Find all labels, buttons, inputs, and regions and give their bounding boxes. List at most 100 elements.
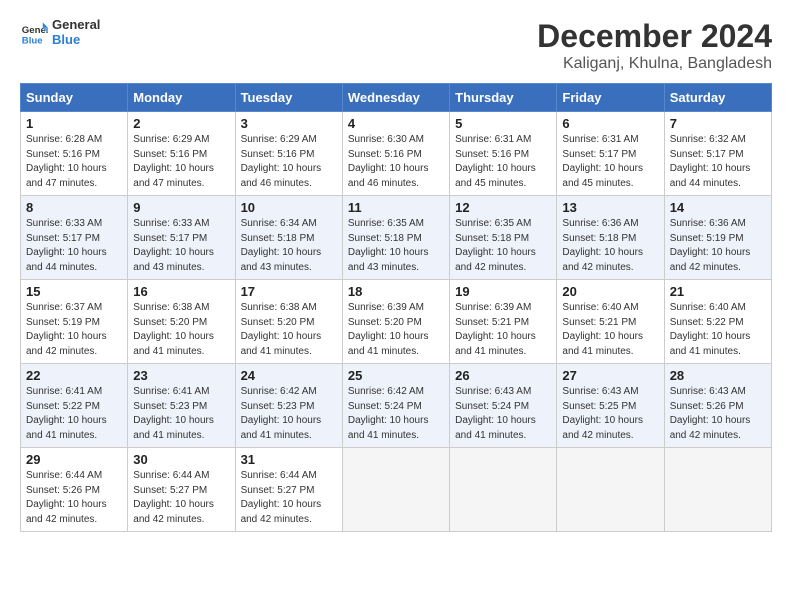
calendar-header-cell: Saturday — [664, 84, 771, 112]
calendar-day-cell — [450, 448, 557, 532]
day-number: 1 — [26, 116, 122, 131]
calendar-header-cell: Tuesday — [235, 84, 342, 112]
day-detail: Sunrise: 6:40 AM Sunset: 5:22 PM Dayligh… — [670, 301, 766, 359]
day-number: 14 — [670, 200, 766, 215]
day-detail: Sunrise: 6:41 AM Sunset: 5:22 PM Dayligh… — [26, 385, 122, 443]
day-detail: Sunrise: 6:41 AM Sunset: 5:23 PM Dayligh… — [133, 385, 229, 443]
calendar-week-row: 22 Sunrise: 6:41 AM Sunset: 5:22 PM Dayli… — [21, 364, 772, 448]
day-detail: Sunrise: 6:28 AM Sunset: 5:16 PM Dayligh… — [26, 133, 122, 191]
day-detail: Sunrise: 6:32 AM Sunset: 5:17 PM Dayligh… — [670, 133, 766, 191]
day-number: 9 — [133, 200, 229, 215]
calendar-day-cell: 2 Sunrise: 6:29 AM Sunset: 5:16 PM Daylig… — [128, 112, 235, 196]
calendar-day-cell: 22 Sunrise: 6:41 AM Sunset: 5:22 PM Dayli… — [21, 364, 128, 448]
day-number: 10 — [241, 200, 337, 215]
logo-line2: Blue — [52, 33, 100, 48]
day-number: 7 — [670, 116, 766, 131]
calendar-day-cell: 15 Sunrise: 6:37 AM Sunset: 5:19 PM Dayli… — [21, 280, 128, 364]
title-block: December 2024 Kaliganj, Khulna, Banglade… — [537, 18, 772, 73]
calendar-day-cell: 20Sunrise: 6:40 AM Sunset: 5:21 PM Dayli… — [557, 280, 664, 364]
day-detail: Sunrise: 6:37 AM Sunset: 5:19 PM Dayligh… — [26, 301, 122, 359]
day-number: 28 — [670, 368, 766, 383]
day-detail: Sunrise: 6:31 AM Sunset: 5:17 PM Dayligh… — [562, 133, 658, 191]
calendar-header-cell: Wednesday — [342, 84, 449, 112]
day-detail: Sunrise: 6:38 AM Sunset: 5:20 PM Dayligh… — [133, 301, 229, 359]
day-detail: Sunrise: 6:43 AM Sunset: 5:26 PM Dayligh… — [670, 385, 766, 443]
calendar-day-cell: 4 Sunrise: 6:30 AM Sunset: 5:16 PM Daylig… — [342, 112, 449, 196]
subtitle: Kaliganj, Khulna, Bangladesh — [537, 55, 772, 73]
calendar-day-cell: 9 Sunrise: 6:33 AM Sunset: 5:17 PM Daylig… — [128, 196, 235, 280]
day-number: 30 — [133, 452, 229, 467]
day-number: 26 — [455, 368, 551, 383]
svg-text:Blue: Blue — [22, 35, 43, 46]
calendar-day-cell: 8Sunrise: 6:33 AM Sunset: 5:17 PM Daylig… — [21, 196, 128, 280]
header: General Blue General Blue December 2024 … — [20, 18, 772, 73]
day-detail: Sunrise: 6:35 AM Sunset: 5:18 PM Dayligh… — [455, 217, 551, 275]
calendar-day-cell: 16 Sunrise: 6:38 AM Sunset: 5:20 PM Dayli… — [128, 280, 235, 364]
calendar-day-cell: 11 Sunrise: 6:35 AM Sunset: 5:18 PM Dayli… — [342, 196, 449, 280]
day-detail: Sunrise: 6:33 AM Sunset: 5:17 PM Dayligh… — [26, 217, 122, 275]
calendar-week-row: 15 Sunrise: 6:37 AM Sunset: 5:19 PM Dayli… — [21, 280, 772, 364]
calendar-day-cell: 28 Sunrise: 6:43 AM Sunset: 5:26 PM Dayli… — [664, 364, 771, 448]
calendar-day-cell: 23Sunrise: 6:41 AM Sunset: 5:23 PM Dayli… — [128, 364, 235, 448]
day-number: 27 — [562, 368, 658, 383]
day-detail: Sunrise: 6:42 AM Sunset: 5:23 PM Dayligh… — [241, 385, 337, 443]
day-number: 15 — [26, 284, 122, 299]
day-detail: Sunrise: 6:44 AM Sunset: 5:27 PM Dayligh… — [133, 469, 229, 527]
day-detail: Sunrise: 6:43 AM Sunset: 5:24 PM Dayligh… — [455, 385, 551, 443]
day-detail: Sunrise: 6:31 AM Sunset: 5:16 PM Dayligh… — [455, 133, 551, 191]
day-number: 6 — [562, 116, 658, 131]
calendar-day-cell: 27 Sunrise: 6:43 AM Sunset: 5:25 PM Dayli… — [557, 364, 664, 448]
day-number: 11 — [348, 200, 444, 215]
calendar-week-row: 8Sunrise: 6:33 AM Sunset: 5:17 PM Daylig… — [21, 196, 772, 280]
calendar-day-cell: 19Sunrise: 6:39 AM Sunset: 5:21 PM Dayli… — [450, 280, 557, 364]
calendar-day-cell: 29Sunrise: 6:44 AM Sunset: 5:26 PM Dayli… — [21, 448, 128, 532]
calendar-day-cell: 18 Sunrise: 6:39 AM Sunset: 5:20 PM Dayli… — [342, 280, 449, 364]
calendar-day-cell: 24 Sunrise: 6:42 AM Sunset: 5:23 PM Dayli… — [235, 364, 342, 448]
logo-line1: General — [52, 18, 100, 33]
day-number: 13 — [562, 200, 658, 215]
calendar-day-cell: 21 Sunrise: 6:40 AM Sunset: 5:22 PM Dayli… — [664, 280, 771, 364]
calendar-day-cell: 6 Sunrise: 6:31 AM Sunset: 5:17 PM Daylig… — [557, 112, 664, 196]
calendar-day-cell — [342, 448, 449, 532]
calendar-header-cell: Friday — [557, 84, 664, 112]
day-number: 21 — [670, 284, 766, 299]
calendar-body: 1 Sunrise: 6:28 AM Sunset: 5:16 PM Daylig… — [21, 112, 772, 532]
calendar-header-cell: Thursday — [450, 84, 557, 112]
day-detail: Sunrise: 6:34 AM Sunset: 5:18 PM Dayligh… — [241, 217, 337, 275]
day-number: 22 — [26, 368, 122, 383]
calendar-header-row: SundayMondayTuesdayWednesdayThursdayFrid… — [21, 84, 772, 112]
day-number: 18 — [348, 284, 444, 299]
calendar-day-cell: 31Sunrise: 6:44 AM Sunset: 5:27 PM Dayli… — [235, 448, 342, 532]
day-detail: Sunrise: 6:44 AM Sunset: 5:26 PM Dayligh… — [26, 469, 122, 527]
day-number: 5 — [455, 116, 551, 131]
day-detail: Sunrise: 6:29 AM Sunset: 5:16 PM Dayligh… — [133, 133, 229, 191]
day-detail: Sunrise: 6:42 AM Sunset: 5:24 PM Dayligh… — [348, 385, 444, 443]
calendar-day-cell: 14Sunrise: 6:36 AM Sunset: 5:19 PM Dayli… — [664, 196, 771, 280]
day-number: 16 — [133, 284, 229, 299]
day-detail: Sunrise: 6:44 AM Sunset: 5:27 PM Dayligh… — [241, 469, 337, 527]
calendar-header-cell: Monday — [128, 84, 235, 112]
calendar-day-cell — [664, 448, 771, 532]
calendar-day-cell: 30 Sunrise: 6:44 AM Sunset: 5:27 PM Dayli… — [128, 448, 235, 532]
day-detail: Sunrise: 6:40 AM Sunset: 5:21 PM Dayligh… — [562, 301, 658, 359]
day-detail: Sunrise: 6:36 AM Sunset: 5:18 PM Dayligh… — [562, 217, 658, 275]
day-detail: Sunrise: 6:43 AM Sunset: 5:25 PM Dayligh… — [562, 385, 658, 443]
day-number: 2 — [133, 116, 229, 131]
day-detail: Sunrise: 6:38 AM Sunset: 5:20 PM Dayligh… — [241, 301, 337, 359]
calendar-day-cell: 25Sunrise: 6:42 AM Sunset: 5:24 PM Dayli… — [342, 364, 449, 448]
calendar-day-cell: 17Sunrise: 6:38 AM Sunset: 5:20 PM Dayli… — [235, 280, 342, 364]
day-number: 4 — [348, 116, 444, 131]
page: General Blue General Blue December 2024 … — [0, 0, 792, 612]
day-detail: Sunrise: 6:39 AM Sunset: 5:20 PM Dayligh… — [348, 301, 444, 359]
calendar-week-row: 29Sunrise: 6:44 AM Sunset: 5:26 PM Dayli… — [21, 448, 772, 532]
calendar-day-cell: 12Sunrise: 6:35 AM Sunset: 5:18 PM Dayli… — [450, 196, 557, 280]
calendar-day-cell: 13 Sunrise: 6:36 AM Sunset: 5:18 PM Dayli… — [557, 196, 664, 280]
day-detail: Sunrise: 6:35 AM Sunset: 5:18 PM Dayligh… — [348, 217, 444, 275]
calendar-day-cell: 1 Sunrise: 6:28 AM Sunset: 5:16 PM Daylig… — [21, 112, 128, 196]
calendar-day-cell — [557, 448, 664, 532]
logo-icon: General Blue — [20, 19, 48, 47]
day-number: 3 — [241, 116, 337, 131]
day-number: 24 — [241, 368, 337, 383]
day-detail: Sunrise: 6:33 AM Sunset: 5:17 PM Dayligh… — [133, 217, 229, 275]
day-detail: Sunrise: 6:30 AM Sunset: 5:16 PM Dayligh… — [348, 133, 444, 191]
